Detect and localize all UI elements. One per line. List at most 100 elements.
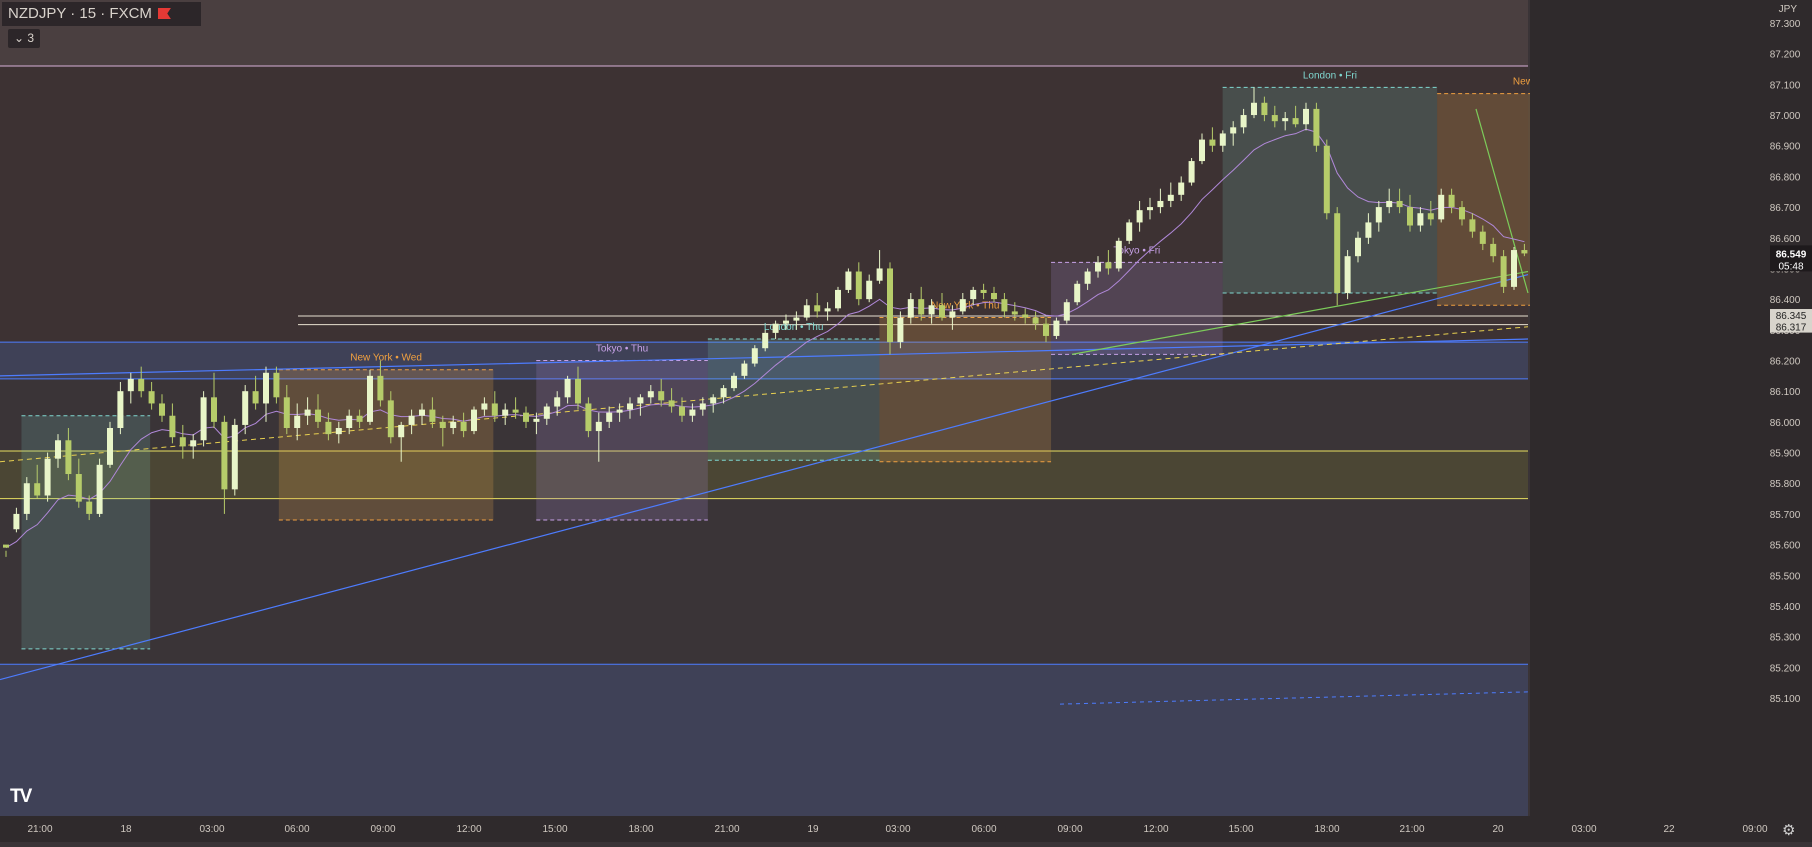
chart-root: New York • WedTokyo • ThuLondon • ThuNew…: [0, 0, 1812, 842]
candle-body: [1199, 139, 1205, 162]
candle-body: [710, 397, 717, 404]
candle-body: [138, 378, 145, 392]
gear-icon[interactable]: ⚙: [1782, 821, 1795, 839]
candle-body: [1323, 145, 1330, 214]
candle-body: [460, 421, 467, 432]
candle-body: [481, 403, 488, 410]
x-tick-label: 03:00: [1571, 824, 1596, 835]
candle-body: [720, 388, 727, 398]
candle-body: [408, 415, 415, 425]
price-tag-label: 86.345: [1776, 311, 1807, 322]
y-tick-label: 85.800: [1770, 479, 1801, 490]
candle-body: [1167, 194, 1174, 201]
x-tick-label: 06:00: [971, 824, 996, 835]
candle-body: [1188, 161, 1195, 183]
candle-body: [439, 421, 446, 428]
candle-body: [575, 378, 581, 404]
candle-body: [1053, 320, 1060, 336]
candle-body: [44, 458, 51, 496]
symbol-header[interactable]: NZDJPY · 15 · FXCM: [2, 2, 201, 26]
candle-body: [1313, 108, 1320, 146]
candle-body: [117, 391, 124, 428]
candle-body: [616, 409, 623, 413]
y-tick-label: 87.000: [1770, 111, 1801, 122]
candle-body: [1230, 127, 1237, 134]
candle-body: [1469, 219, 1476, 232]
candle-body: [543, 406, 550, 419]
candle-body: [1147, 207, 1153, 211]
candle-body: [1115, 240, 1122, 269]
candle-body: [959, 299, 966, 312]
candle-body: [1396, 200, 1403, 208]
x-tick-label: 21:00: [1399, 824, 1424, 835]
candle-body: [523, 412, 529, 422]
candle-body: [1511, 250, 1517, 287]
y-tick-label: 86.700: [1770, 203, 1801, 214]
candle-body: [13, 513, 20, 530]
candle-body: [1084, 271, 1091, 284]
flag-icon[interactable]: [157, 8, 171, 19]
y-tick-label: 85.500: [1770, 571, 1801, 582]
candle-body: [55, 440, 61, 459]
y-tick-label: 86.600: [1770, 234, 1801, 245]
session-box[interactable]: [1222, 87, 1438, 293]
candle-body: [762, 332, 769, 349]
session-box[interactable]: [21, 415, 151, 649]
candle-body: [263, 372, 269, 404]
candle-body: [471, 409, 477, 432]
countdown-label: 05:48: [1778, 261, 1803, 272]
candle-body: [564, 378, 571, 398]
x-tick-label: 03:00: [199, 824, 224, 835]
bottom-blue-zone: [0, 664, 1528, 842]
candle-body: [1521, 250, 1528, 254]
session-label: New York • Wed: [350, 353, 422, 364]
x-tick-label: 15:00: [1228, 824, 1253, 835]
candle-body: [876, 268, 883, 281]
candle-body: [845, 271, 852, 290]
candle-body: [803, 305, 810, 318]
candle-body: [502, 409, 509, 416]
candle-body: [1074, 283, 1081, 303]
candle-body: [668, 400, 675, 407]
candle-body: [3, 544, 9, 548]
currency-label[interactable]: JPY: [1779, 4, 1798, 15]
candle-body: [325, 421, 332, 435]
candle-body: [907, 299, 914, 318]
session-box[interactable]: [536, 360, 708, 521]
y-tick-label: 86.400: [1770, 295, 1801, 306]
candle-body: [356, 415, 363, 422]
candle-body: [1001, 299, 1008, 312]
candle-body: [377, 375, 384, 401]
candle-body: [23, 483, 30, 514]
candle-body: [179, 437, 186, 447]
candle-body: [835, 289, 841, 309]
candle-body: [1355, 237, 1361, 257]
candle-body: [96, 464, 103, 514]
candle-body: [335, 428, 342, 435]
candle-body: [1282, 118, 1289, 122]
price-chart[interactable]: New York • WedTokyo • ThuLondon • ThuNew…: [0, 0, 1812, 842]
candle-body: [283, 397, 290, 428]
y-tick-label: 85.900: [1770, 449, 1801, 460]
x-tick-label: 21:00: [714, 824, 739, 835]
candle-body: [1063, 302, 1070, 321]
y-tick-label: 85.300: [1770, 633, 1801, 644]
candle-body: [190, 440, 197, 447]
candle-body: [731, 375, 737, 389]
candle-body: [1271, 115, 1278, 122]
y-tick-label: 86.000: [1770, 418, 1801, 429]
candle-body: [751, 348, 758, 364]
session-label: Tokyo • Thu: [596, 344, 648, 355]
session-box[interactable]: [278, 369, 494, 521]
candle-body: [252, 391, 259, 404]
candle-body: [304, 409, 311, 416]
candle-body: [231, 424, 238, 490]
candle-body: [606, 412, 613, 422]
symbol-title: NZDJPY · 15 · FXCM: [8, 5, 152, 22]
tradingview-logo[interactable]: TV: [10, 786, 32, 808]
candle-body: [221, 421, 228, 490]
x-tick-label: 21:00: [27, 824, 52, 835]
candle-body: [1022, 314, 1029, 318]
y-tick-label: 85.400: [1770, 602, 1801, 613]
indicators-toggle-button[interactable]: ⌄ 3: [8, 29, 40, 48]
